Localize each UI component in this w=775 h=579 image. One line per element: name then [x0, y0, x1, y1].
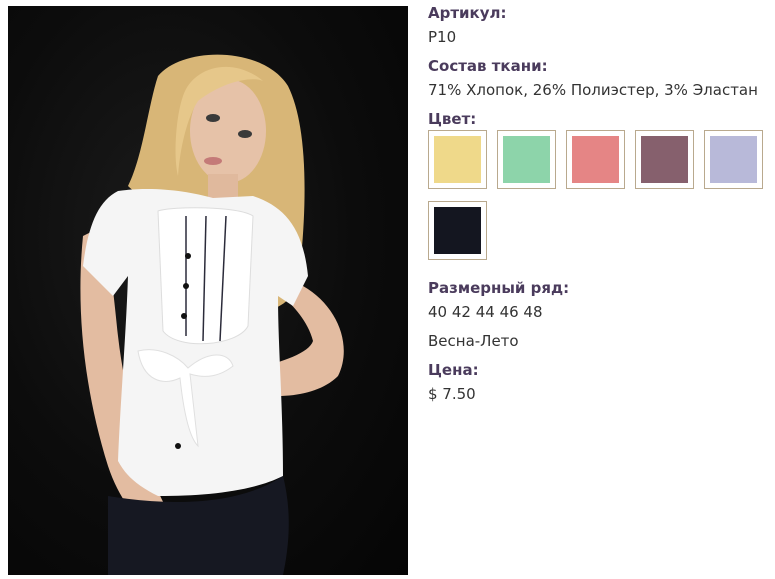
swatch-black[interactable] — [428, 201, 487, 260]
model-illustration — [80, 54, 344, 575]
swatch-mauve[interactable] — [635, 130, 694, 189]
swatch-color — [434, 136, 481, 183]
sizes-value: 40 42 44 46 48 — [428, 303, 543, 321]
swatch-yellow[interactable] — [428, 130, 487, 189]
swatch-pink[interactable] — [566, 130, 625, 189]
article-label: Артикул: — [428, 4, 507, 22]
swatch-color — [503, 136, 550, 183]
season-value: Весна-Лето — [428, 332, 519, 350]
sizes-label: Размерный ряд: — [428, 279, 570, 297]
swatch-color — [572, 136, 619, 183]
price-label: Цена: — [428, 361, 479, 379]
swatch-color — [710, 136, 757, 183]
fabric-value: 71% Хлопок, 26% Полиэстер, 3% Эластан — [428, 81, 758, 99]
color-label: Цвет: — [428, 110, 477, 128]
swatch-lavender[interactable] — [704, 130, 763, 189]
swatch-mint[interactable] — [497, 130, 556, 189]
swatch-color — [641, 136, 688, 183]
fabric-label: Состав ткани: — [428, 57, 548, 75]
swatch-color — [434, 207, 481, 254]
price-value: $ 7.50 — [428, 385, 476, 403]
article-value: P10 — [428, 28, 457, 46]
product-photo — [8, 6, 408, 575]
